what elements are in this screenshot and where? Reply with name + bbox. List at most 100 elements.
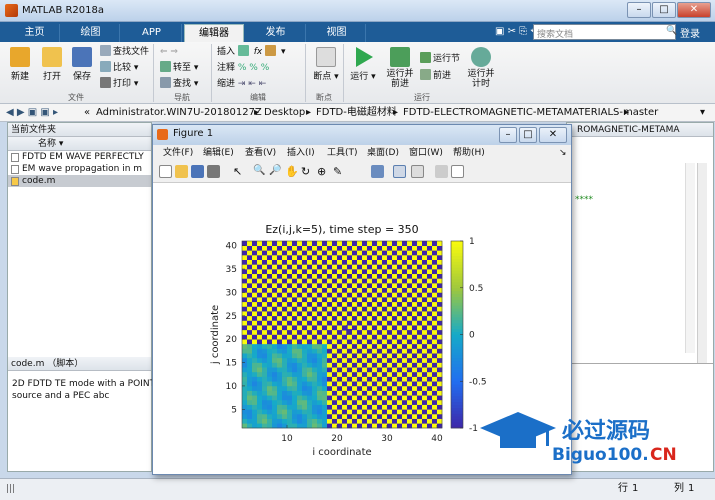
colorbar-segment bbox=[451, 346, 463, 350]
heatmap-cell bbox=[342, 381, 348, 387]
list-item[interactable]: FDTD EM WAVE PERFECTLY bbox=[8, 151, 151, 163]
list-item[interactable]: code.m bbox=[8, 175, 151, 187]
heatmap-cell bbox=[422, 385, 428, 391]
heatmap-cell bbox=[377, 301, 383, 307]
legend-icon[interactable] bbox=[411, 165, 424, 178]
open-file-icon[interactable] bbox=[175, 165, 188, 178]
heatmap-cell bbox=[417, 339, 423, 345]
heatmap-cell bbox=[312, 348, 318, 354]
heatmap-cell bbox=[322, 367, 328, 373]
data-cursor-icon[interactable]: ⊕ bbox=[317, 165, 330, 178]
search-icon[interactable]: 🔍 bbox=[666, 26, 677, 36]
tab-view[interactable]: 视图 bbox=[308, 24, 366, 42]
indent-button[interactable]: 缩进 ⇥ ⇤ ⇤ bbox=[217, 77, 266, 92]
heatmap-cell bbox=[282, 404, 288, 410]
heatmap-cell bbox=[302, 367, 308, 373]
heatmap-cell bbox=[257, 339, 263, 345]
heatmap-cell bbox=[312, 287, 318, 293]
brush-icon[interactable]: ✎ bbox=[333, 165, 346, 178]
new-button[interactable]: 新建 bbox=[6, 44, 34, 82]
close-button[interactable]: ✕ bbox=[677, 2, 711, 18]
find-button[interactable]: 查找 ▾ bbox=[160, 77, 198, 92]
nav-back-forward-icons[interactable]: ◀ ▶ ▣ ▣ ▸ bbox=[6, 104, 58, 122]
figure-maximize-button[interactable]: □ bbox=[519, 127, 537, 143]
print-button[interactable]: 打印 ▾ bbox=[100, 77, 138, 92]
path-item[interactable]: FDTD-ELECTROMAGNETIC-METAMATERIALS-maste… bbox=[403, 104, 658, 122]
tab-editor[interactable]: 编辑器 bbox=[184, 24, 244, 42]
heatmap-cell bbox=[312, 283, 318, 289]
menu-edit[interactable]: 编辑(E) bbox=[203, 145, 234, 161]
menu-desktop[interactable]: 桌面(D) bbox=[367, 145, 399, 161]
run-button[interactable]: 运行 ▾ bbox=[349, 44, 377, 82]
heatmap-cell bbox=[292, 269, 298, 275]
heatmap-cell bbox=[402, 301, 408, 307]
zoom-in-icon[interactable]: 🔍 bbox=[253, 165, 266, 178]
tab-publish[interactable]: 发布 bbox=[246, 24, 306, 42]
goto-button[interactable]: 转至 ▾ bbox=[160, 61, 198, 76]
heatmap-cell bbox=[347, 395, 353, 401]
scrollbar[interactable] bbox=[697, 163, 707, 363]
heatmap-cell bbox=[347, 273, 353, 279]
minimize-button[interactable]: – bbox=[627, 2, 651, 18]
link-plot-icon[interactable] bbox=[371, 165, 384, 178]
dock-figure-icon[interactable] bbox=[451, 165, 464, 178]
colorbar-tick-label: -0.5 bbox=[469, 377, 487, 387]
hide-tools-icon[interactable] bbox=[435, 165, 448, 178]
heatmap-cell bbox=[242, 301, 248, 307]
tab-plots[interactable]: 绘图 bbox=[62, 24, 120, 42]
heatmap-cell bbox=[277, 409, 283, 415]
heatmap-cell bbox=[347, 418, 353, 424]
new-figure-icon[interactable] bbox=[159, 165, 172, 178]
run-advance-button[interactable]: 运行并 前进 bbox=[384, 44, 416, 89]
heatmap-cell bbox=[367, 348, 373, 354]
figure-close-button[interactable]: ✕ bbox=[539, 127, 567, 143]
colorbar-segment bbox=[451, 360, 463, 365]
print-figure-icon[interactable] bbox=[207, 165, 220, 178]
path-item[interactable]: Administrator.WIN7U-20180127Z bbox=[96, 104, 262, 122]
menu-insert[interactable]: 插入(I) bbox=[287, 145, 315, 161]
save-button[interactable]: 保存 bbox=[68, 44, 96, 82]
advance-button[interactable]: 前进 bbox=[420, 69, 451, 84]
name-column-header[interactable]: 名称 ▾ bbox=[8, 137, 151, 151]
pan-icon[interactable]: ✋ bbox=[285, 165, 299, 178]
heatmap-cell bbox=[432, 255, 438, 260]
rotate-icon[interactable]: ↻ bbox=[301, 165, 314, 178]
path-item[interactable]: FDTD-电磁超材料 bbox=[316, 104, 397, 122]
heatmap-cell bbox=[382, 259, 388, 265]
save-figure-icon[interactable] bbox=[191, 165, 204, 178]
nav-arrows[interactable]: ⇐ ⇒ bbox=[160, 45, 178, 60]
heatmap-cell bbox=[357, 315, 363, 321]
menu-file[interactable]: 文件(F) bbox=[163, 145, 193, 161]
comment-button[interactable]: 注释 % % % bbox=[217, 61, 269, 76]
run-time-button[interactable]: 运行并 计时 bbox=[466, 44, 496, 89]
search-input[interactable]: 搜索文档 bbox=[533, 24, 676, 40]
run-section-button[interactable]: 运行节 bbox=[420, 52, 460, 67]
find-files-button[interactable]: 查找文件 bbox=[100, 45, 149, 60]
login-link[interactable]: 登录 bbox=[680, 25, 700, 40]
list-item[interactable]: EM wave propagation in m bbox=[8, 163, 151, 175]
menu-help[interactable]: 帮助(H) bbox=[453, 145, 485, 161]
insert-button[interactable]: 插入 fx ▾ bbox=[217, 45, 286, 60]
breakpoints-button[interactable]: 断点 ▾ bbox=[312, 44, 340, 82]
menu-dock-icon[interactable]: ↘ bbox=[559, 145, 567, 161]
maximize-button[interactable]: □ bbox=[652, 2, 676, 18]
tab-home[interactable]: 主页 bbox=[10, 24, 60, 42]
figure-minimize-button[interactable]: – bbox=[499, 127, 517, 143]
menu-view[interactable]: 查看(V) bbox=[245, 145, 276, 161]
heatmap-cell bbox=[382, 395, 388, 401]
compare-button[interactable]: 比较 ▾ bbox=[100, 61, 138, 76]
scrollbar[interactable] bbox=[685, 163, 695, 353]
path-dropdown-icon[interactable]: ▾ bbox=[700, 104, 705, 122]
heatmap-cell bbox=[272, 259, 278, 265]
menu-tools[interactable]: 工具(T) bbox=[327, 145, 358, 161]
zoom-out-icon[interactable]: 🔎 bbox=[269, 165, 282, 178]
path-item[interactable]: Desktop bbox=[264, 104, 305, 122]
heatmap-cell bbox=[372, 292, 378, 298]
editor-tab[interactable]: ROMAGNETIC-METAMA bbox=[567, 123, 713, 137]
heatmap-cell bbox=[242, 353, 248, 359]
colorbar-icon[interactable] bbox=[393, 165, 406, 178]
menu-window[interactable]: 窗口(W) bbox=[409, 145, 443, 161]
pointer-icon[interactable]: ↖ bbox=[233, 165, 246, 178]
tab-apps[interactable]: APP bbox=[122, 24, 182, 42]
open-button[interactable]: 打开 bbox=[38, 44, 66, 82]
